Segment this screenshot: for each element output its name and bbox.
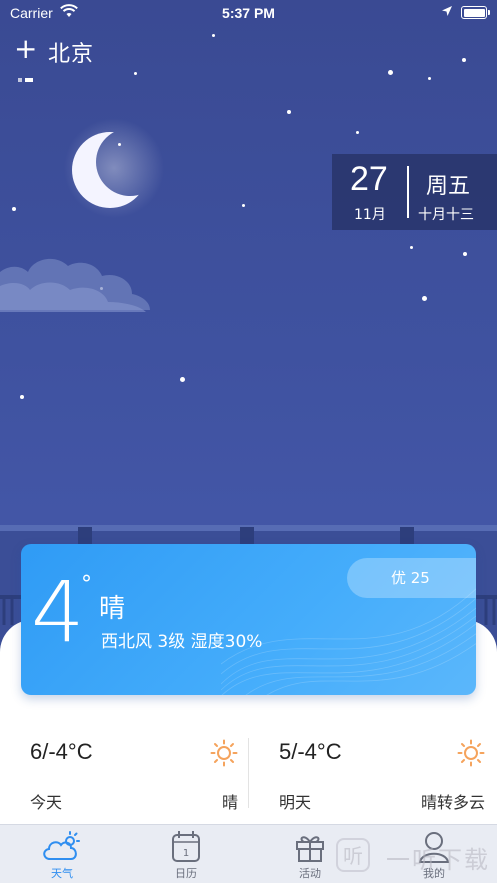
tab-calendar[interactable]: 1 日历 (146, 829, 226, 881)
forecast-divider (248, 738, 249, 808)
sun-icon (457, 739, 485, 767)
location-arrow-icon (442, 6, 452, 16)
star (462, 58, 466, 62)
star (428, 77, 431, 80)
star (410, 246, 413, 249)
forecast-day-label: 今天 (30, 793, 63, 812)
tab-label: 日历 (175, 867, 197, 880)
forecast-condition: 晴转多云 (420, 793, 485, 812)
aqi-badge[interactable]: 优 25 (347, 558, 476, 598)
forecast-tomorrow[interactable]: 5/-4°C 明天 晴转多云 (279, 737, 485, 817)
current-condition: 晴 (99, 594, 126, 624)
degree-symbol: ° (81, 572, 92, 597)
date-month: 11月 (354, 207, 386, 223)
forecast-condition: 晴 (221, 793, 238, 812)
forecast-range: 5/-4°C (279, 739, 342, 764)
star (463, 252, 467, 256)
moon-icon (64, 118, 164, 218)
page-indicator (18, 69, 36, 88)
calendar-icon-day: 1 (183, 848, 189, 859)
weather-cloud-icon (43, 831, 80, 860)
star (12, 207, 16, 211)
status-bar: Carrier 5:37 PM (0, 0, 497, 26)
star (134, 72, 137, 75)
status-time: 5:37 PM (222, 5, 275, 21)
date-divider (407, 166, 409, 218)
forecast-range: 6/-4°C (30, 739, 93, 764)
star (242, 204, 245, 207)
star (388, 70, 393, 75)
tab-label: 活动 (299, 867, 321, 880)
calendar-icon: 1 (172, 831, 200, 862)
city-name[interactable]: 北京 (48, 36, 94, 68)
forecast-today[interactable]: 6/-4°C 今天 晴 (30, 737, 238, 817)
watermark-icon: 听 (336, 838, 370, 872)
date-day: 27 (350, 160, 388, 198)
current-temperature: 4 (31, 563, 85, 661)
forecast-day-label: 明天 (279, 793, 312, 812)
star (180, 377, 185, 382)
tab-weather[interactable]: 天气 (22, 829, 102, 881)
star (422, 296, 427, 301)
lunar-date: 十月十三 (418, 207, 474, 223)
tab-label: 天气 (51, 867, 73, 880)
star (20, 395, 24, 399)
watermark: 听 一听下载 (336, 838, 497, 883)
cloud-decoration (0, 258, 150, 312)
page-dot-active (25, 77, 33, 82)
date-weekday: 周五 (426, 174, 471, 199)
star (356, 131, 359, 134)
star (287, 110, 291, 114)
date-panel[interactable]: 27 11月 周五 十月十三 (332, 154, 497, 230)
page-dot (18, 77, 22, 82)
battery-icon (461, 6, 490, 19)
watermark-text: 一听下载 (386, 846, 490, 874)
gift-icon (296, 836, 324, 862)
sun-icon (210, 739, 238, 767)
wind-humidity: 西北风 3级 湿度30% (101, 632, 263, 652)
add-city-button[interactable]: + (14, 34, 38, 64)
star (212, 34, 215, 37)
current-weather-card[interactable]: 4 ° 晴 西北风 3级 湿度30% 优 25 (21, 544, 476, 695)
